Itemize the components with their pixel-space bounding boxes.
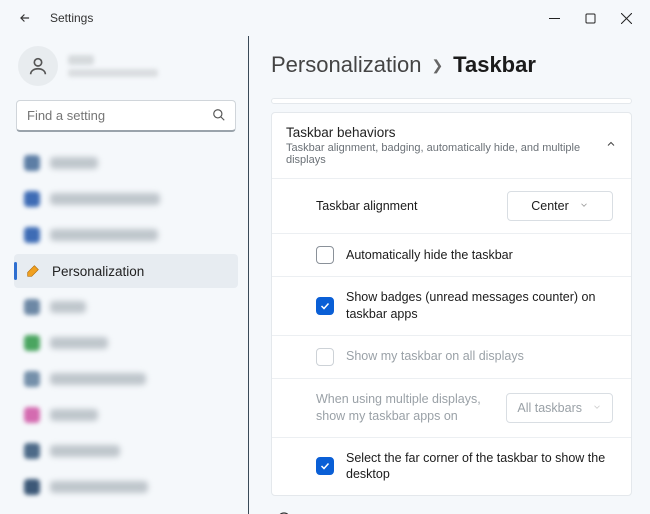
multi-displays-row: When using multiple displays, show my ta… [272, 378, 631, 437]
avatar [18, 46, 58, 86]
profile-name [68, 55, 158, 77]
profile[interactable] [14, 44, 238, 100]
badges-row[interactable]: Show badges (unread messages counter) on… [272, 276, 631, 335]
window-title: Settings [50, 11, 93, 25]
search-box[interactable] [16, 100, 236, 132]
badges-checkbox[interactable] [316, 297, 334, 315]
taskbar-behaviors-card: Taskbar behaviors Taskbar alignment, bad… [271, 112, 632, 496]
nav-label: Personalization [52, 264, 144, 279]
search-input[interactable] [16, 100, 236, 132]
chevron-up-icon [605, 137, 617, 155]
card-subtitle: Taskbar alignment, badging, automaticall… [286, 142, 605, 166]
breadcrumb-parent[interactable]: Personalization [271, 52, 421, 78]
multi-select: All taskbars [506, 393, 613, 423]
multi-displays-label: When using multiple displays, show my ta… [316, 391, 494, 425]
chevron-down-icon [579, 199, 589, 213]
card-title: Taskbar behaviors [286, 125, 605, 140]
alignment-label: Taskbar alignment [316, 198, 495, 215]
back-button[interactable] [14, 7, 36, 29]
auto-hide-checkbox[interactable] [316, 246, 334, 264]
far-corner-row[interactable]: Select the far corner of the taskbar to … [272, 437, 631, 496]
nav-item[interactable] [14, 146, 238, 180]
search-icon [212, 108, 226, 127]
nav-item[interactable] [14, 470, 238, 504]
nav-item[interactable] [14, 362, 238, 396]
nav-item[interactable] [14, 398, 238, 432]
far-corner-label: Select the far corner of the taskbar to … [346, 450, 613, 484]
nav-item[interactable] [14, 218, 238, 252]
paintbrush-icon [24, 262, 42, 280]
all-displays-row: Show my taskbar on all displays [272, 335, 631, 378]
maximize-button[interactable] [572, 4, 608, 32]
minimize-button[interactable] [536, 4, 572, 32]
auto-hide-label: Automatically hide the taskbar [346, 247, 613, 264]
far-corner-checkbox[interactable] [316, 457, 334, 475]
close-button[interactable] [608, 4, 644, 32]
help-icon [275, 510, 293, 514]
auto-hide-row[interactable]: Automatically hide the taskbar [272, 233, 631, 276]
breadcrumb: Personalization ❯ Taskbar [271, 52, 632, 78]
nav-item[interactable] [14, 326, 238, 360]
badges-label: Show badges (unread messages counter) on… [346, 289, 613, 323]
alignment-row: Taskbar alignment Center [272, 178, 631, 233]
get-help-link[interactable]: Get help [271, 510, 632, 514]
alignment-select[interactable]: Center [507, 191, 613, 221]
chevron-down-icon [592, 401, 602, 415]
all-displays-checkbox [316, 348, 334, 366]
collapsed-card[interactable] [271, 98, 632, 104]
card-header[interactable]: Taskbar behaviors Taskbar alignment, bad… [272, 113, 631, 178]
nav-item-personalization[interactable]: Personalization [14, 254, 238, 288]
nav-item[interactable] [14, 290, 238, 324]
nav-item[interactable] [14, 182, 238, 216]
chevron-right-icon: ❯ [431, 57, 443, 74]
breadcrumb-current: Taskbar [453, 52, 536, 78]
nav-item[interactable] [14, 434, 238, 468]
all-displays-label: Show my taskbar on all displays [346, 348, 613, 365]
